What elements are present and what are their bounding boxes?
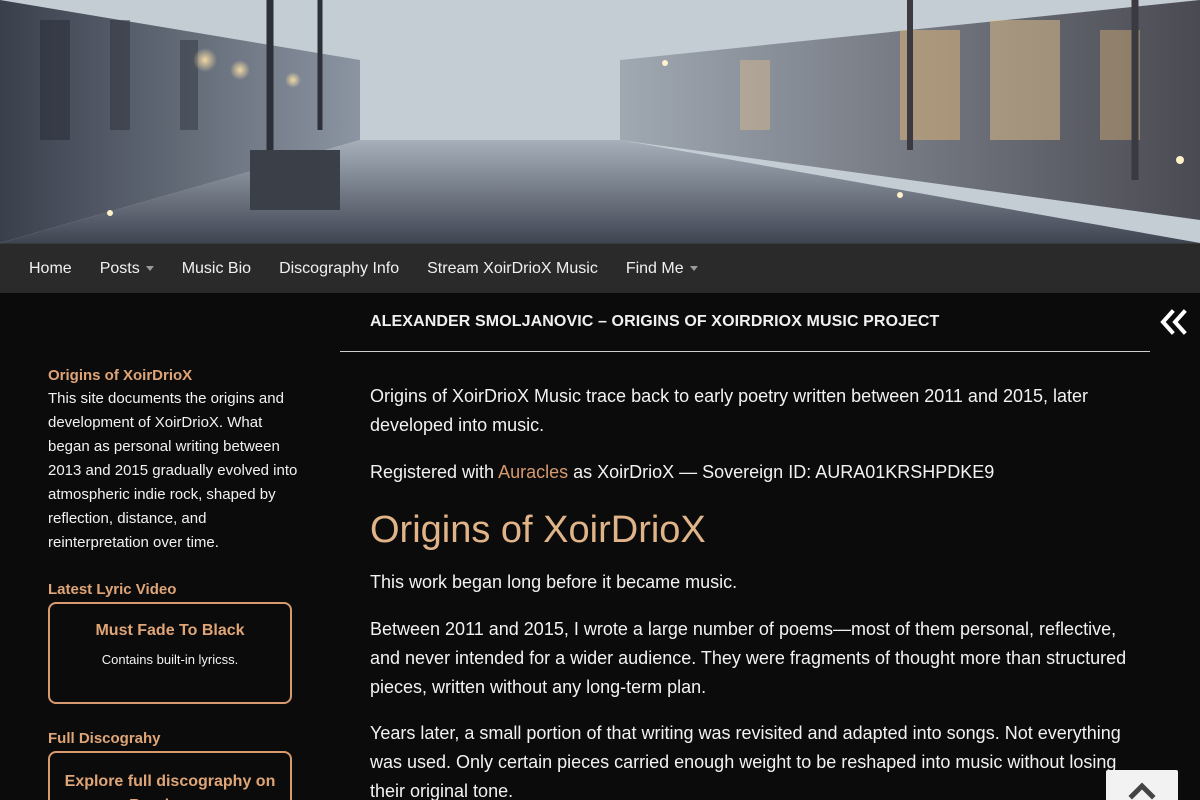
nav-item-posts[interactable]: Posts: [86, 244, 168, 294]
about-widget-text: This site documents the origins and deve…: [48, 390, 298, 551]
paragraph-2: Between 2011 and 2015, I wrote a large n…: [370, 619, 1127, 697]
lyric-video-subtitle: Contains built-in lyricss.: [101, 652, 239, 667]
caret-down-icon: [145, 266, 154, 271]
lyric-video-card[interactable]: Must Fade To Black Contains built-in lyr…: [48, 602, 292, 704]
nav-item-label: Stream XoirDrioX Music: [427, 259, 598, 277]
page-title: ALEXANDER SMOLJANOVIC – ORIGINS OF XOIRD…: [370, 313, 940, 330]
main-nav: Home Posts Music Bio Discography Info St…: [0, 243, 1200, 293]
main-content: ALEXANDER SMOLJANOVIC – ORIGINS OF XOIRD…: [340, 293, 1200, 800]
nav-item-find-me[interactable]: Find Me: [612, 244, 712, 294]
heading-divider: [340, 351, 1150, 352]
discography-card[interactable]: Explore full discography on Bandcamp: [48, 751, 292, 800]
nav-item-music-bio[interactable]: Music Bio: [168, 244, 265, 294]
paragraph-3: Years later, a small portion of that wri…: [370, 723, 1121, 800]
nav-item-label: Posts: [99, 259, 140, 277]
chevron-up-icon: [1128, 782, 1156, 800]
registration-prefix: Registered with: [370, 462, 499, 482]
lyric-video-title: Must Fade To Black: [95, 622, 245, 639]
nav-item-label: Find Me: [625, 259, 684, 277]
nav-item-home[interactable]: Home: [15, 244, 86, 294]
nav-item-discography-info[interactable]: Discography Info: [265, 244, 413, 294]
intro-paragraph: Origins of XoirDrioX Music trace back to…: [370, 386, 1089, 435]
header-image: [0, 0, 1200, 243]
registration-paragraph: Registered with Auracles as XoirDrioX — …: [370, 458, 1130, 487]
nav-item-label: Music Bio: [181, 259, 252, 277]
nav-item-stream-music[interactable]: Stream XoirDrioX Music: [413, 244, 612, 294]
section-heading: Origins of XoirDrioX: [370, 509, 706, 551]
discography-card-title: Explore full discography on Bandcamp: [64, 773, 276, 800]
registration-suffix: as XoirDrioX — Sovereign ID: AURA01KRSHP…: [568, 462, 995, 482]
about-widget-title: Origins of XoirDrioX: [48, 367, 193, 384]
auracles-link[interactable]: Auracles: [498, 462, 568, 482]
caret-down-icon: [689, 266, 698, 271]
nav-item-label: Home: [29, 259, 72, 277]
double-chevron-left-icon[interactable]: [1158, 309, 1188, 335]
discography-widget-title: Full Discograhy: [48, 730, 161, 747]
scroll-to-top-button[interactable]: [1106, 770, 1178, 800]
nav-item-label: Discography Info: [279, 259, 400, 277]
paragraph-1: This work began long before it became mu…: [370, 572, 738, 592]
video-widget-title: Latest Lyric Video: [48, 581, 177, 598]
sidebar: Origins of XoirDrioX This site documents…: [0, 293, 340, 800]
header-street-illustration: [0, 0, 1200, 243]
